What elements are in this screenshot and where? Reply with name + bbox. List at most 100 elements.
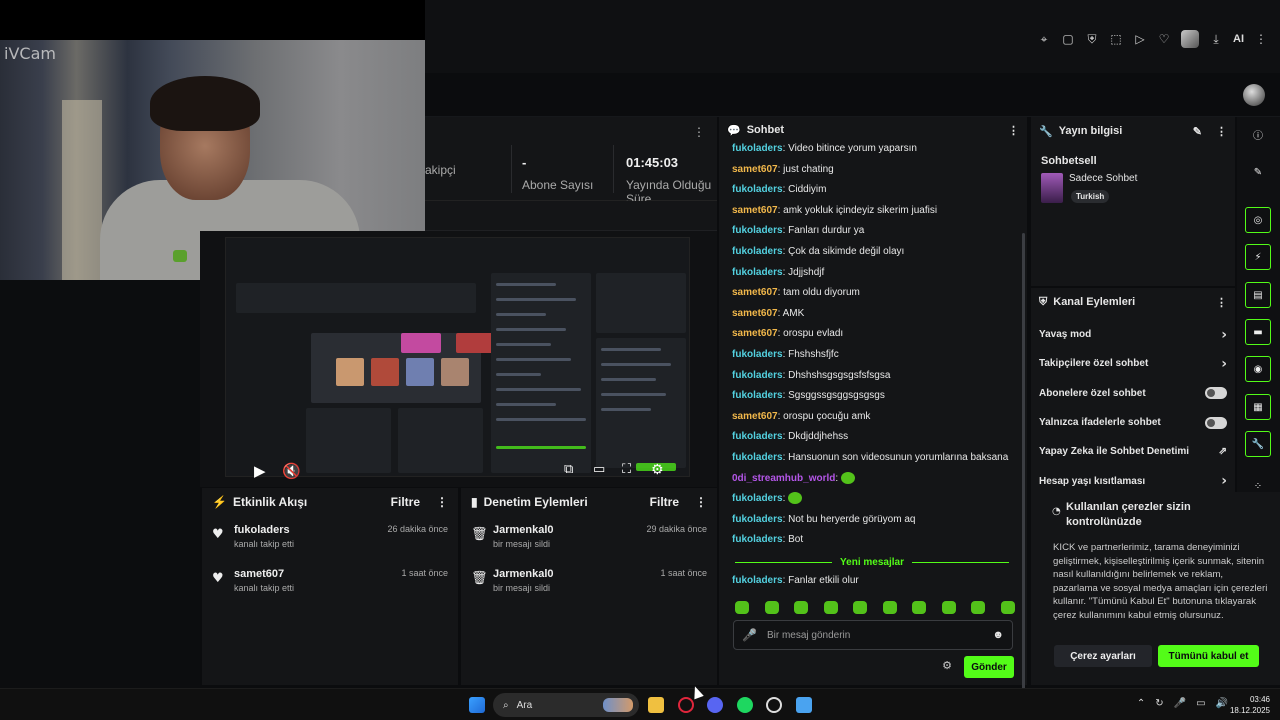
- cookie-settings-button[interactable]: Çerez ayarları: [1054, 645, 1152, 667]
- emote-only-toggle[interactable]: [1205, 416, 1227, 429]
- grid-icon[interactable]: ▦: [1245, 394, 1271, 420]
- chat-message: fukoladers: Sgsggssgsggsgsgsgs: [732, 390, 885, 402]
- category-thumbnail: [1041, 173, 1063, 203]
- chat-message: fukoladers: Fanları durdur ya: [732, 225, 865, 237]
- taskbar-search[interactable]: ⌕ Ara: [493, 693, 639, 717]
- info-icon[interactable]: ⓘ: [1245, 121, 1271, 147]
- search-highlight-icon: [603, 698, 633, 712]
- bolt-icon: ⚡: [212, 495, 227, 509]
- pin-icon[interactable]: ⌖: [1037, 32, 1051, 46]
- chat-scrollbar[interactable]: [1022, 233, 1025, 691]
- action-followers-only[interactable]: Takipçilere özel sohbet ›: [1031, 349, 1235, 378]
- emote-icon: [853, 601, 868, 614]
- chat-message: fukoladers: Video bitince yorum yaparsın: [732, 143, 917, 154]
- profile-avatar[interactable]: [1181, 30, 1199, 48]
- emote-bar[interactable]: [735, 601, 1015, 614]
- moderation-filter-button[interactable]: Filtre: [650, 495, 679, 509]
- edit-icon[interactable]: ✎: [1193, 125, 1202, 138]
- more-icon[interactable]: ⋮: [436, 495, 448, 509]
- shield-icon[interactable]: ⛨: [1085, 32, 1099, 46]
- pip-icon[interactable]: ⧉: [564, 462, 573, 477]
- settings-icon[interactable]: ⚙: [651, 462, 664, 478]
- chat-icon[interactable]: ▬: [1245, 319, 1271, 345]
- chat-messages: fukoladers: Video bitince yorum yaparsın…: [732, 139, 1022, 551]
- fullscreen-icon[interactable]: ⛶: [622, 462, 631, 477]
- stat-followers: akipçi: [425, 163, 456, 177]
- ai-button[interactable]: AI: [1233, 33, 1244, 45]
- emote-icon: [941, 601, 956, 614]
- stats-footer: [425, 201, 717, 231]
- bolt-icon[interactable]: ⚡: [1245, 244, 1271, 270]
- action-ai-moderation[interactable]: Yapay Zeka ile Sohbet Denetimi ⇗: [1031, 437, 1235, 466]
- broadcast-icon[interactable]: ◉: [1245, 356, 1271, 382]
- stream-preview[interactable]: ▶ 🔇 ⧉ ▭ ⛶ ⚙: [200, 231, 717, 487]
- more-icon[interactable]: ⋮: [1008, 124, 1019, 137]
- emote-icon: [971, 601, 986, 614]
- channel-actions-title: Kanal Eylemleri: [1053, 296, 1136, 308]
- wrench-icon: 🔧: [1039, 125, 1053, 138]
- more-icon[interactable]: ⋮: [1216, 125, 1227, 138]
- mute-icon[interactable]: 🔇: [282, 462, 301, 480]
- discord-icon[interactable]: [707, 697, 723, 713]
- chat-message: fukoladers: Bot: [732, 534, 804, 546]
- theater-icon[interactable]: ▭: [593, 462, 605, 477]
- windows-taskbar: ⌕ Ara ⌃ ↻ 🎤 ▭ 🔊 03:46 18.12.2025: [0, 688, 1280, 720]
- spotify-icon[interactable]: [737, 697, 753, 713]
- menu-icon[interactable]: ⋮: [1254, 32, 1268, 46]
- clock[interactable]: 03:46 18.12.2025: [1230, 694, 1270, 716]
- emoji-icon[interactable]: ☻: [992, 629, 1004, 641]
- file-explorer-icon[interactable]: [648, 697, 664, 713]
- chat-message: fukoladers: Dkdjddjhehss: [732, 431, 849, 443]
- chevron-right-icon: ›: [1221, 326, 1227, 343]
- recursive-dashboard-capture: [225, 237, 690, 477]
- action-slow-mode[interactable]: Yavaş mod ›: [1031, 320, 1235, 349]
- category-title[interactable]: Sadece Sohbet: [1069, 173, 1137, 184]
- microphone-icon: 🎤: [1173, 698, 1187, 709]
- chat-message: 0di_streamhub_world:: [732, 469, 1022, 490]
- more-icon[interactable]: ⋮: [695, 495, 707, 509]
- download-icon[interactable]: ⤓: [1209, 32, 1223, 46]
- emote-icon: [882, 601, 897, 614]
- chat-message: fukoladers:: [732, 489, 1022, 510]
- stream-stats-panel: ⋮ akipçi - Abone Sayısı 01:45:03 Yayında…: [425, 117, 717, 206]
- more-icon[interactable]: ⋮: [1216, 296, 1227, 309]
- action-emote-only: Yalnızca ifadelerle sohbet: [1031, 408, 1235, 437]
- chat-message: samet607: AMK: [732, 307, 805, 319]
- windows-start-icon[interactable]: [469, 697, 485, 713]
- moderation-title: Denetim Eylemleri: [483, 495, 588, 509]
- document-icon[interactable]: ▤: [1245, 282, 1271, 308]
- accept-all-cookies-button[interactable]: Tümünü kabul et: [1158, 645, 1259, 667]
- play-icon[interactable]: ▶: [254, 462, 266, 480]
- action-subscribers-only: Abonelere özel sohbet: [1031, 379, 1235, 408]
- activity-filter-button[interactable]: Filtre: [391, 495, 420, 509]
- heart-icon[interactable]: ♡: [1157, 32, 1171, 46]
- target-icon[interactable]: ◎: [1245, 207, 1271, 233]
- microphone-icon[interactable]: 🎤: [742, 628, 757, 642]
- edit-icon[interactable]: ✎: [1245, 159, 1271, 185]
- chevron-right-icon: ›: [1221, 355, 1227, 372]
- chat-title: Sohbet: [746, 124, 784, 136]
- more-icon[interactable]: ⋮: [693, 125, 705, 139]
- webcam-frame-top: [0, 0, 425, 40]
- emote-icon: [764, 601, 779, 614]
- chat-message: fukoladers: Hansuonun son videosunun yor…: [732, 451, 1009, 463]
- browser-toolbar: ⌖ ▢ ⛨ ⬚ ▷ ♡ ⤓ AI ⋮: [425, 0, 1280, 73]
- new-messages-divider[interactable]: Yeni mesajlar: [727, 555, 1017, 569]
- opera-icon[interactable]: [678, 697, 694, 713]
- app-icon[interactable]: [796, 697, 812, 713]
- chat-input-box[interactable]: 🎤 ☻: [733, 620, 1013, 650]
- wrench-icon[interactable]: 🔧: [1245, 431, 1271, 457]
- chat-settings-icon[interactable]: ⚙: [942, 659, 952, 672]
- subscribers-only-toggle[interactable]: [1205, 387, 1227, 400]
- system-tray[interactable]: ⌃ ↻ 🎤 ▭ 🔊: [1137, 698, 1228, 709]
- chevron-right-icon: ›: [1221, 473, 1227, 490]
- play-icon[interactable]: ▷: [1133, 32, 1147, 46]
- steam-icon[interactable]: [766, 697, 782, 713]
- chat-message: fukoladers: Ciddiyim: [732, 184, 827, 196]
- chat-input[interactable]: [766, 629, 993, 641]
- sync-icon: ↻: [1155, 698, 1164, 709]
- send-button[interactable]: Gönder: [964, 656, 1014, 678]
- screenshot-icon[interactable]: ▢: [1061, 32, 1075, 46]
- user-avatar[interactable]: [1243, 84, 1265, 106]
- bookmark-icon[interactable]: ⬚: [1109, 32, 1123, 46]
